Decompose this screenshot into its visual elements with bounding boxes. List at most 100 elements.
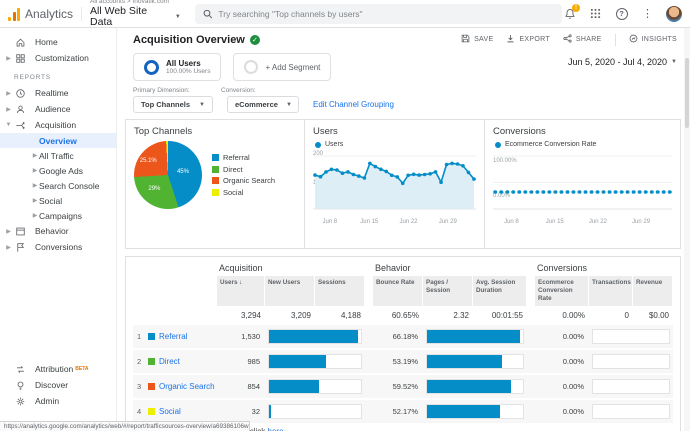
google-apps-icon[interactable] [588,6,603,21]
top-app-bar: Analytics All accounts > Inovatik.com Al… [0,0,690,28]
sidebar-item-behavior[interactable]: ▶Behavior [0,223,116,239]
sidebar-item-conversions[interactable]: ▶Conversions [0,239,116,255]
column-header-pages-session[interactable]: Pages / Session [423,276,472,306]
metric-bar [426,354,524,369]
beta-badge: BETA [75,366,88,372]
export-icon [506,34,515,45]
chevron-down-icon: ▼ [175,14,181,20]
column-header-users[interactable]: Users ↓ [217,276,264,306]
analytics-logo[interactable]: Analytics [8,7,82,21]
sidebar-item-home[interactable]: Home [0,34,116,50]
avatar[interactable] [666,6,682,22]
channel-link[interactable]: Organic Search [159,382,215,391]
search-input[interactable] [218,9,554,19]
metric-value: 0.00% [535,382,589,391]
users-line-chart[interactable]: 200 100 [313,151,476,217]
conversions-line-chart[interactable]: 100.00% 0.00% [493,151,672,217]
attribution-icon [14,363,27,376]
conversions-legend: Ecommerce Conversion Rate [495,141,672,148]
kebab-menu-icon[interactable]: ⋮ [640,6,655,21]
notifications-bell-icon[interactable]: ! [562,6,577,21]
users-legend: Users [315,141,476,148]
insights-button[interactable]: INSIGHTS [629,34,677,45]
column-header-transactions[interactable]: Transactions [589,276,632,306]
sidebar-item-label: Customization [35,53,89,63]
sidebar-item-admin[interactable]: Admin [0,393,116,409]
group-header-acquisition: Acquisition [217,262,365,276]
total-value: 2.32 [423,307,473,325]
sidebar-item-search-console[interactable]: ▶Search Console [0,178,116,193]
x-tick: Jun 29 [439,219,457,225]
conversion-dropdown[interactable]: eCommerce▼ [227,96,299,113]
column-header-sessions[interactable]: Sessions [315,276,364,306]
sidebar-item-campaigns[interactable]: ▶Campaigns [0,208,116,223]
chevron-down-icon: ▼ [286,102,292,108]
add-segment-label: + Add Segment [265,63,320,72]
save-button[interactable]: SAVE [461,34,493,45]
column-header-ecommerce-conversion-rate[interactable]: Ecommerce Conversion Rate [535,276,588,306]
sidebar-item-discover[interactable]: Discover [0,377,116,393]
metric-value: 52.17% [373,407,423,416]
table-column-header-row: Users ↓New UsersSessions Bounce RatePages… [133,276,673,307]
sidebar-item-google-ads[interactable]: ▶Google Ads [0,163,116,178]
channel-label: 1 Referral [133,332,217,341]
page-title: Acquisition Overview [133,34,245,46]
sidebar-item-realtime[interactable]: ▶Realtime [0,85,116,101]
users-x-axis: Jun 8Jun 15Jun 22Jun 29 [313,219,476,229]
top-channels-pie-chart[interactable]: 45%29%25.1% [134,141,202,209]
see-all-channels-link[interactable]: here. [268,427,286,431]
sort-desc-icon: ↓ [238,280,243,286]
sidebar-item-attribution[interactable]: AttributionBETA [0,361,116,377]
sidebar-item-acquisition[interactable]: ▼Acquisition [0,117,116,133]
legend-item-social: Social [212,188,275,197]
pie-chart-title: Top Channels [134,126,296,137]
segment-chip-all-users[interactable]: All Users 100.00% Users [133,53,221,81]
sidebar-item-all-traffic[interactable]: ▶All Traffic [0,148,116,163]
metric-bar [592,404,670,419]
sidebar-item-label: Social [39,196,62,206]
channel-link[interactable]: Direct [159,357,180,366]
channel-link[interactable]: Referral [159,332,187,341]
column-header-new-users[interactable]: New Users [265,276,314,306]
chevron-right-icon: ▶ [4,228,13,235]
account-switcher[interactable]: All accounts > Inovatik.com All Web Site… [90,0,181,28]
add-segment-ring-icon [244,60,258,74]
search-bar[interactable] [195,4,562,24]
channel-link[interactable]: Social [159,407,181,416]
export-button[interactable]: EXPORT [506,34,549,45]
primary-dimension-dropdown[interactable]: Top Channels▼ [133,96,213,113]
metric-bar [592,354,670,369]
metric-bar [268,329,362,344]
table-totals-row: 3,2943,2094,18860.65%2.3200:01:550.00%0$… [133,307,673,325]
sidebar-item-audience[interactable]: ▶Audience [0,101,116,117]
x-tick: Jun 22 [589,219,607,225]
add-segment-chip[interactable]: + Add Segment [233,53,331,81]
legend-label: Direct [223,165,243,174]
help-icon[interactable]: ? [614,6,629,21]
legend-item-organic-search: Organic Search [212,176,275,185]
sidebar-item-overview[interactable]: Overview [0,133,116,148]
sidebar-section-label: REPORTS [0,66,116,85]
sidebar-item-customization[interactable]: ▶Customization [0,50,116,66]
scrollbar[interactable] [684,28,690,431]
users-chart-section: Users Users 200 100 Jun 8Jun 15Jun 22Jun… [304,120,484,248]
share-button[interactable]: SHARE [563,34,602,45]
row-rank: 4 [137,407,144,416]
insights-icon [629,34,638,45]
metric-bar-fill [427,330,520,343]
edit-channel-grouping-link[interactable]: Edit Channel Grouping [313,100,394,109]
column-header-bounce-rate[interactable]: Bounce Rate [373,276,422,306]
product-name: Analytics [25,7,73,21]
sidebar-item-label: Overview [39,136,77,146]
legend-square-icon [212,154,219,161]
analytics-logo-icon [8,7,20,21]
action-label: INSIGHTS [642,36,677,43]
total-value: 00:01:55 [473,307,527,325]
column-header-avg-session-duration[interactable]: Avg. Session Duration [473,276,526,306]
metric-bar-fill [269,380,319,393]
sidebar-item-social[interactable]: ▶Social [0,193,116,208]
date-range-selector[interactable]: Jun 5, 2020 - Jul 4, 2020 ▼ [568,53,677,67]
audience-icon [14,103,27,116]
row-rank: 1 [137,332,144,341]
column-header-revenue[interactable]: Revenue [633,276,672,306]
